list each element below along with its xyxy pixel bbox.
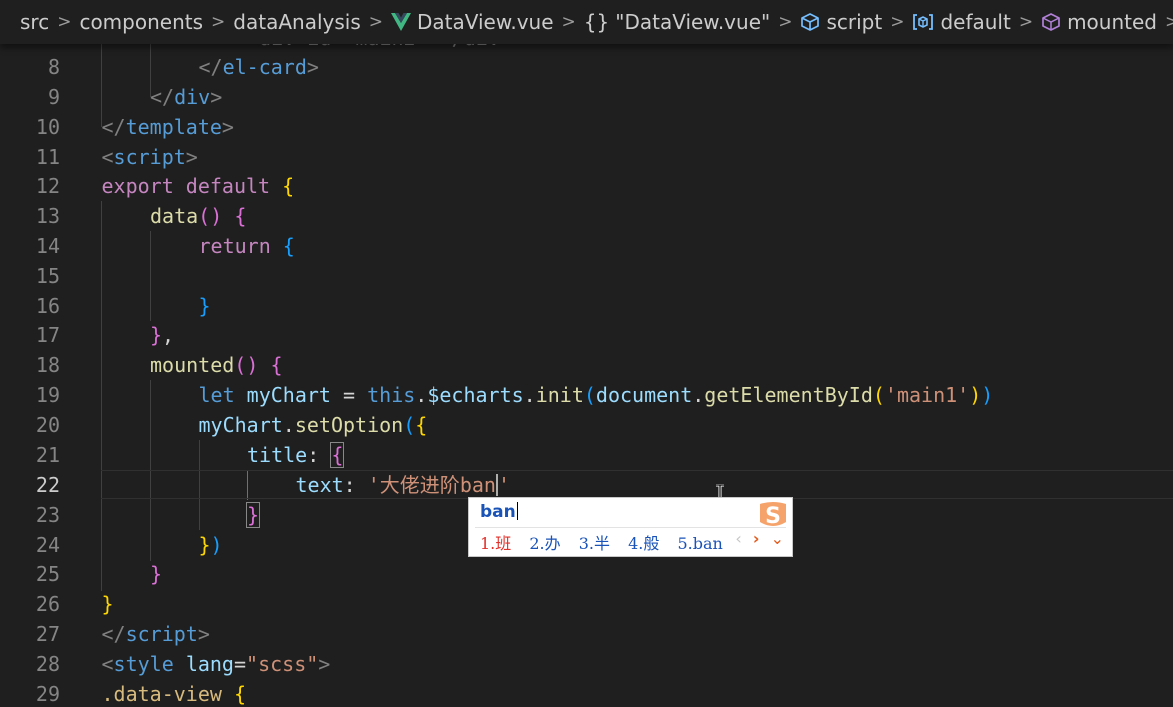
chevron-right-icon: >	[368, 12, 383, 32]
cube-outline-icon	[800, 12, 820, 32]
code-line: 20 myChart.setOption({	[0, 410, 1173, 440]
sogou-logo-icon: S	[760, 502, 786, 529]
code-area[interactable]: 8 </el-card> 9 </div> 10 </template> 11 …	[0, 0, 1173, 707]
line-number: 18	[35, 353, 60, 377]
code-line: 16 }	[0, 291, 1173, 321]
line-number: 23	[35, 503, 60, 527]
line-number: 17	[35, 323, 60, 347]
breadcrumb-item-dataanalysis[interactable]: dataAnalysis	[233, 10, 360, 34]
line-number-active: 22	[35, 473, 60, 497]
line-number: 8	[47, 55, 60, 79]
ime-divider	[475, 527, 786, 528]
vue-file-icon	[390, 13, 411, 31]
ime-candidate-list: 1.班 2.办 3.半 4.般 5.ban	[480, 530, 736, 554]
ime-candidate-5[interactable]: 5.ban	[678, 534, 723, 553]
chevron-right-icon: >	[561, 12, 576, 32]
breadcrumb-item-src[interactable]: src	[20, 10, 49, 34]
line-number: 21	[35, 443, 60, 467]
breadcrumb-item-mounted[interactable]: mounted	[1041, 10, 1157, 34]
chevron-right-icon: >	[778, 12, 793, 32]
chevron-right-icon: >	[211, 12, 226, 32]
code-line: 15	[0, 261, 1173, 291]
variable-brackets-icon	[912, 13, 934, 31]
code-line: 9 </div>	[0, 82, 1173, 112]
line-number: 25	[35, 562, 60, 586]
chevron-right-icon: >	[1164, 12, 1173, 32]
ime-next-page-icon[interactable]: ›	[753, 529, 760, 548]
ime-page-nav: ‹ › ⌄	[729, 529, 784, 548]
code-line: 29 .data-view {	[0, 679, 1173, 707]
ime-candidate-4[interactable]: 4.般	[628, 534, 659, 553]
code-editor[interactable]: <div id="main2"></div> 8 </el-card> 9 </…	[0, 0, 1173, 707]
code-line: 13 data() {	[0, 201, 1173, 231]
line-number: 9	[47, 85, 60, 109]
curly-braces-icon: {}	[583, 10, 610, 34]
code-line: 17 },	[0, 320, 1173, 350]
line-number: 19	[35, 383, 60, 407]
code-line: 8 </el-card>	[0, 52, 1173, 82]
matched-bracket: {	[330, 442, 345, 468]
line-number: 27	[35, 622, 60, 646]
code-line: 28 <style lang="scss">	[0, 649, 1173, 679]
ime-prev-page-icon[interactable]: ‹	[735, 529, 741, 548]
line-number: 29	[35, 682, 60, 706]
line-number: 15	[35, 264, 60, 288]
matched-bracket: }	[245, 502, 261, 528]
ime-candidate-1[interactable]: 1.班	[480, 534, 511, 553]
line-number: 20	[35, 413, 60, 437]
code-line: 25 }	[0, 559, 1173, 589]
breadcrumb-item-script[interactable]: script	[800, 10, 882, 34]
code-line: 11 <script>	[0, 142, 1173, 172]
breadcrumb-item-components[interactable]: components	[79, 10, 203, 34]
code-line: 27 </script>	[0, 619, 1173, 649]
line-number: 12	[35, 174, 60, 198]
ime-candidate-2[interactable]: 2.办	[529, 534, 560, 553]
line-number: 10	[35, 115, 60, 139]
code-line: 12 export default {	[0, 171, 1173, 201]
line-number: 13	[35, 204, 60, 228]
line-number: 16	[35, 294, 60, 318]
ime-expand-icon[interactable]: ⌄	[771, 529, 784, 548]
breadcrumb-item-default[interactable]: default	[912, 10, 1011, 34]
line-number: 26	[35, 592, 60, 616]
method-cube-icon	[1041, 12, 1061, 32]
ime-candidate-3[interactable]: 3.半	[579, 534, 610, 553]
line-number: 14	[35, 234, 60, 258]
ime-composition-text: ban	[459, 473, 496, 497]
chevron-right-icon: >	[1018, 12, 1034, 32]
ime-candidate-window[interactable]: ban S 1.班 2.办 3.半 4.般 5.ban ‹ › ⌄	[468, 497, 793, 557]
ime-pinyin-input: ban	[480, 502, 518, 522]
code-line: 26 }	[0, 589, 1173, 619]
chevron-right-icon: >	[57, 12, 72, 32]
code-line: 14 return {	[0, 231, 1173, 261]
code-line: 18 mounted() {	[0, 350, 1173, 380]
line-number: 28	[35, 652, 60, 676]
code-line: 19 let myChart = this.$echarts.init(docu…	[0, 380, 1173, 410]
svg-text:S: S	[765, 504, 781, 529]
breadcrumb-item-dataview-vue[interactable]: DataView.vue	[390, 10, 554, 34]
chevron-right-icon: >	[890, 12, 905, 32]
code-line: 21 title: {	[0, 440, 1173, 470]
breadcrumb: src > components > dataAnalysis > DataVi…	[0, 0, 1173, 44]
code-line-active[interactable]: 22 text: '大佬进阶ban '	[0, 470, 1173, 500]
code-line: 10 </template>	[0, 112, 1173, 142]
line-number: 24	[35, 533, 60, 557]
line-number: 11	[35, 145, 60, 169]
breadcrumb-item-module[interactable]: {} "DataView.vue"	[584, 10, 770, 34]
